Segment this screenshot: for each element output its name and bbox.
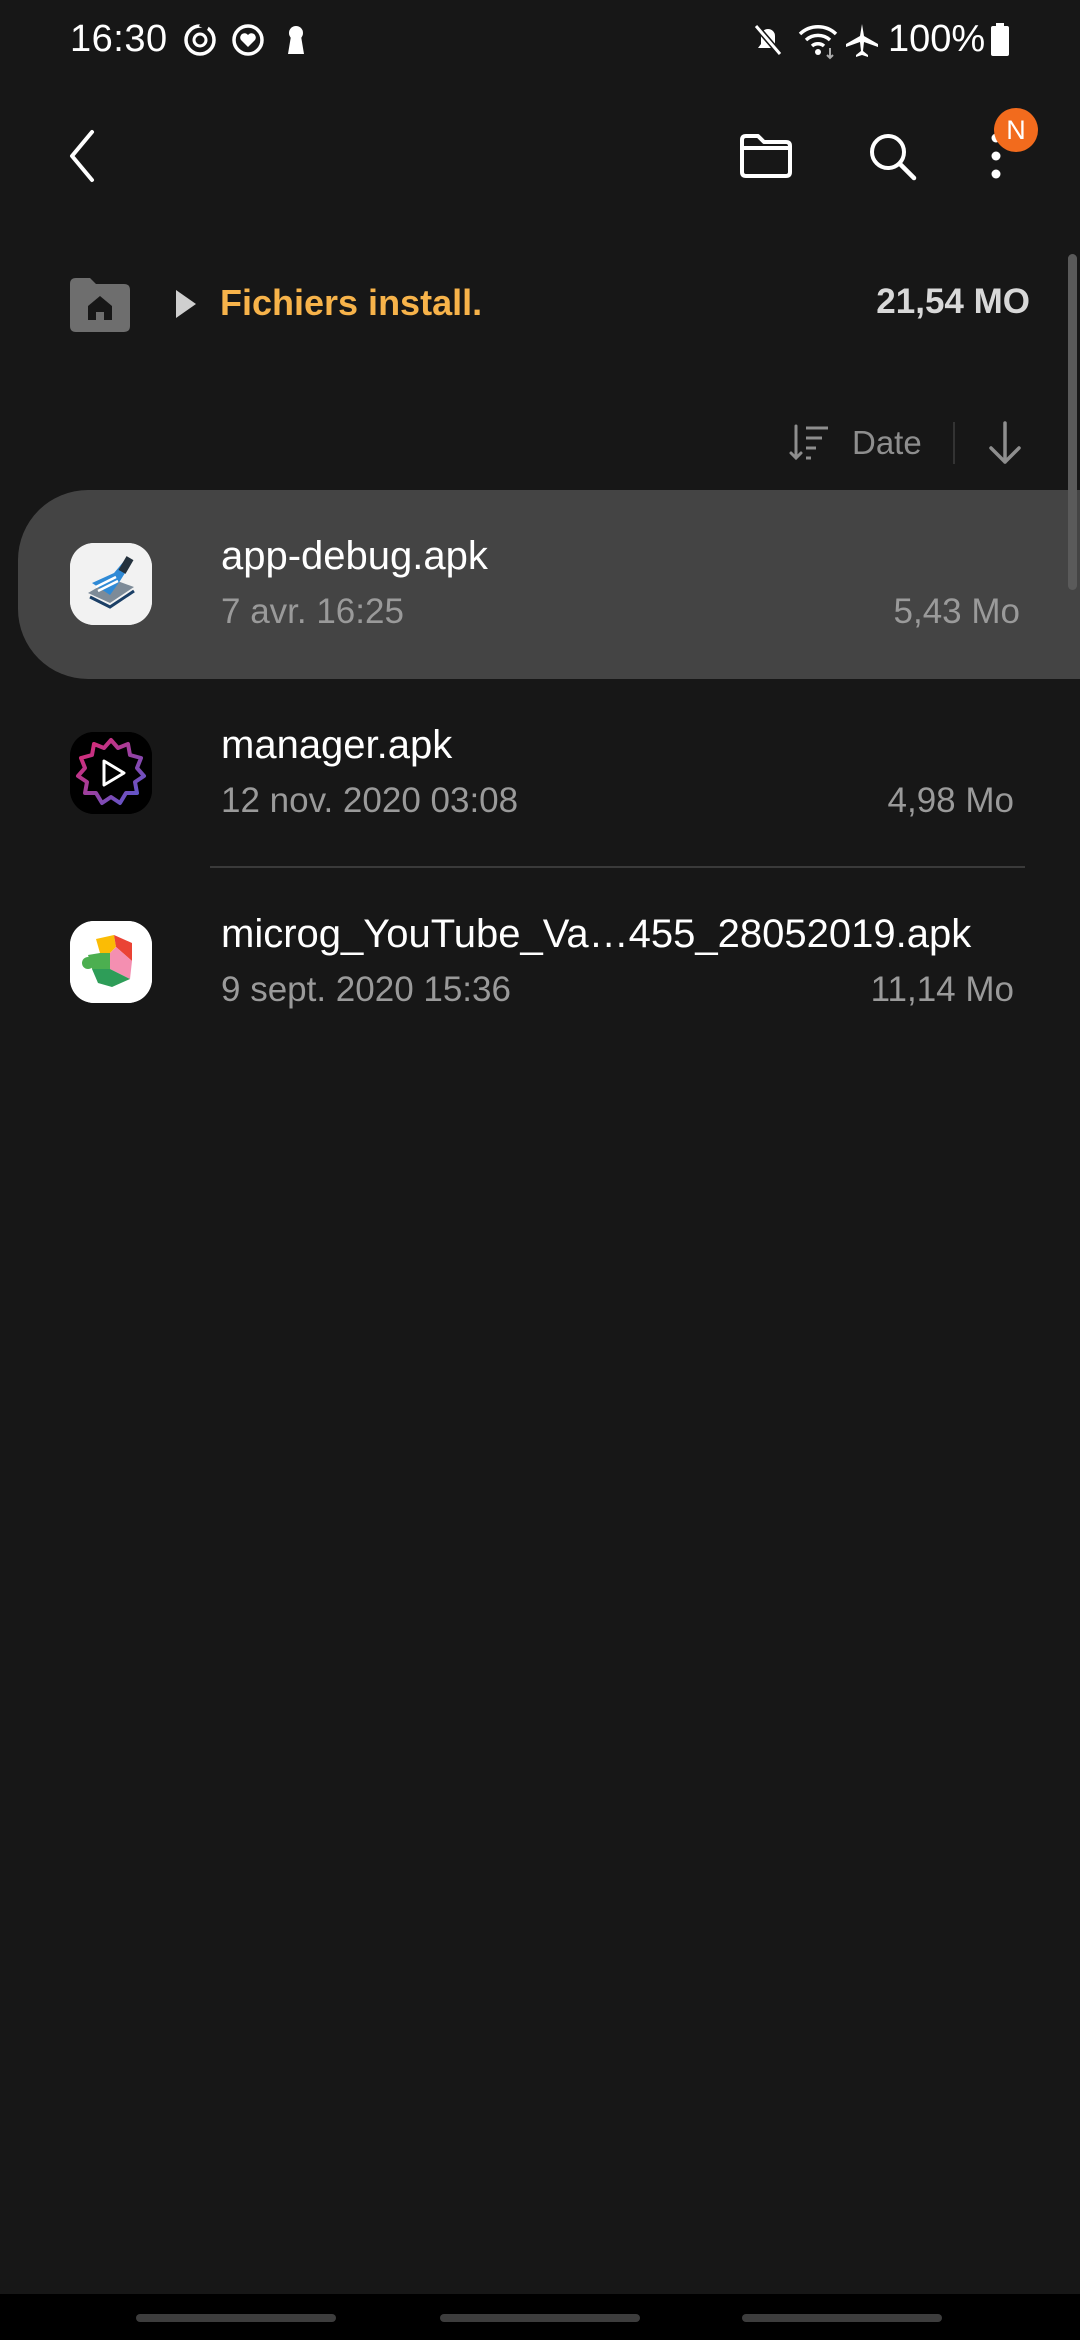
sort-bar: Date: [0, 408, 1080, 478]
file-name: app-debug.apk: [221, 534, 488, 578]
scrollbar[interactable]: [1068, 254, 1077, 590]
sort-divider: [953, 422, 955, 464]
file-list: app-debug.apk 7 avr. 16:25 5,43 Mo manag…: [0, 490, 1080, 1057]
status-bar: 16:30 100%: [0, 0, 1080, 84]
file-date: 7 avr. 16:25: [221, 592, 404, 631]
mute-icon: [753, 24, 783, 56]
battery-percent: 100%: [888, 18, 986, 60]
file-row[interactable]: manager.apk 12 nov. 2020 03:08 4,98 Mo: [0, 679, 1080, 868]
file-date: 12 nov. 2020 03:08: [221, 781, 519, 820]
search-button[interactable]: [852, 116, 932, 196]
health-icon: [232, 24, 264, 56]
manager-apk-icon: [70, 732, 152, 814]
file-date: 9 sept. 2020 15:36: [221, 970, 511, 1009]
airplane-icon: [846, 24, 878, 57]
sync-icon: [184, 21, 216, 56]
home-folder-icon[interactable]: [68, 276, 132, 332]
file-name: microg_YouTube_Va…455_28052019.apk: [221, 912, 972, 956]
screen: 16:30 100% N Fichiers install. 21,54 MO …: [0, 0, 1080, 2340]
sort-direction-icon[interactable]: [985, 420, 1025, 466]
breadcrumb-arrow-icon: [176, 290, 196, 318]
keyhole-icon: [288, 26, 304, 54]
nav-back-button[interactable]: [742, 2314, 942, 2322]
back-button[interactable]: [42, 116, 122, 196]
sort-icon[interactable]: [788, 424, 830, 462]
path-current-folder[interactable]: Fichiers install.: [220, 282, 482, 324]
wifi-icon: [798, 25, 838, 60]
search-icon: [870, 134, 917, 181]
microg-apk-icon: [70, 921, 152, 1003]
path-breadcrumb: Fichiers install. 21,54 MO: [0, 262, 1080, 346]
battery-icon: [991, 23, 1009, 56]
file-size: 11,14 Mo: [870, 970, 1014, 1009]
navigation-bar: [0, 2294, 1080, 2340]
folder-button[interactable]: [726, 116, 806, 196]
toolbar: [0, 100, 1080, 220]
nav-home-button[interactable]: [440, 2314, 640, 2322]
file-size: 4,98 Mo: [887, 781, 1014, 820]
back-icon: [70, 130, 94, 182]
folder-icon: [740, 134, 792, 178]
nav-recents-button[interactable]: [136, 2314, 336, 2322]
file-name: manager.apk: [221, 723, 453, 767]
file-row[interactable]: microg_YouTube_Va…455_28052019.apk 9 sep…: [0, 868, 1080, 1057]
status-time: 16:30: [70, 18, 168, 60]
file-size: 5,43 Mo: [893, 592, 1020, 631]
app-debug-apk-icon: [70, 543, 152, 625]
folder-size: 21,54 MO: [876, 282, 1030, 321]
file-row[interactable]: app-debug.apk 7 avr. 16:25 5,43 Mo: [18, 490, 1080, 679]
sort-by-label[interactable]: Date: [852, 424, 922, 462]
notification-badge: N: [994, 108, 1038, 152]
